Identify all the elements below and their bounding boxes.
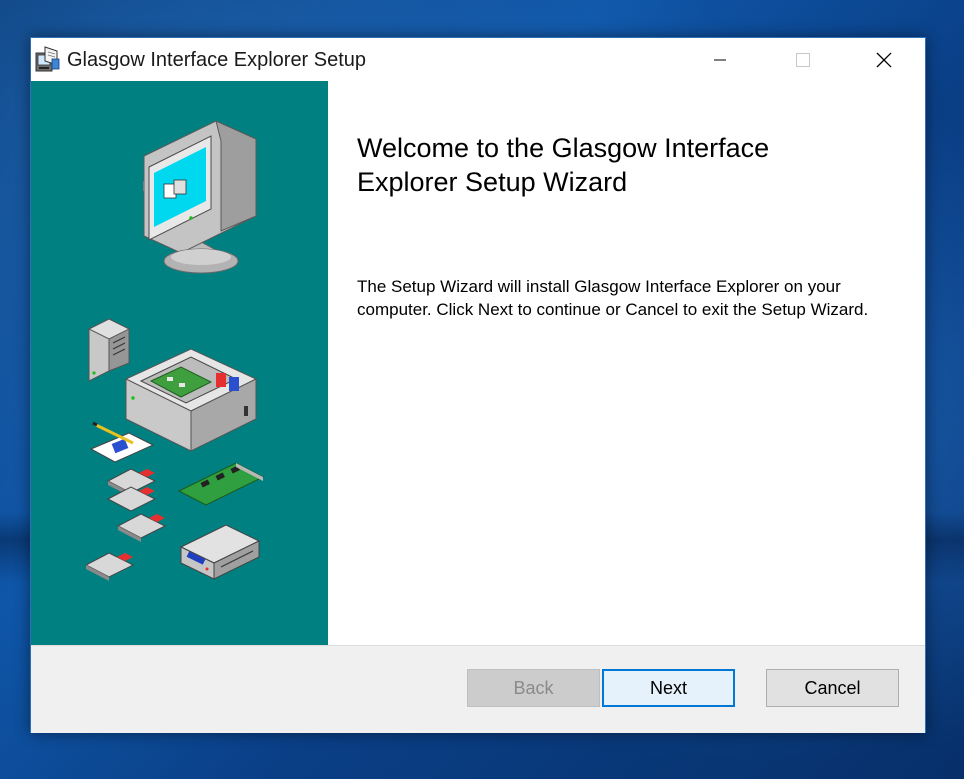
maximize-button	[781, 38, 825, 81]
cancel-button[interactable]: Cancel	[766, 669, 899, 707]
wizard-footer: Back Next Cancel	[31, 645, 925, 733]
setup-window: Glasgow Interface Explorer Setup Welcome…	[30, 37, 926, 733]
computer-hardware-illustration	[84, 120, 265, 581]
back-button: Back	[467, 669, 600, 707]
circuit-board-icon	[177, 462, 265, 506]
modem-icon	[87, 318, 131, 382]
floppy-disk-icon	[84, 552, 135, 581]
floppy-disk-icon	[106, 486, 157, 512]
notepad-icon	[89, 421, 155, 463]
installer-icon	[35, 46, 60, 72]
wizard-side-panel	[31, 81, 328, 645]
minimize-icon	[714, 59, 726, 60]
close-icon	[876, 52, 892, 67]
monitor-icon	[143, 120, 257, 274]
close-button[interactable]	[862, 38, 906, 81]
wizard-content: Welcome to the Glasgow Interface Explore…	[328, 81, 925, 645]
welcome-description: The Setup Wizard will install Glasgow In…	[357, 277, 869, 319]
window-title: Glasgow Interface Explorer Setup	[67, 49, 367, 71]
floppy-disk-icon	[116, 513, 167, 542]
next-button[interactable]: Next	[602, 669, 735, 707]
maximize-icon	[796, 52, 810, 67]
computer-case-icon	[124, 348, 258, 452]
title-bar[interactable]: Glasgow Interface Explorer Setup	[31, 38, 925, 81]
welcome-heading: Welcome to the Glasgow Interface Explore…	[357, 133, 770, 197]
network-hub-icon	[179, 524, 261, 580]
minimize-button[interactable]	[698, 38, 742, 81]
